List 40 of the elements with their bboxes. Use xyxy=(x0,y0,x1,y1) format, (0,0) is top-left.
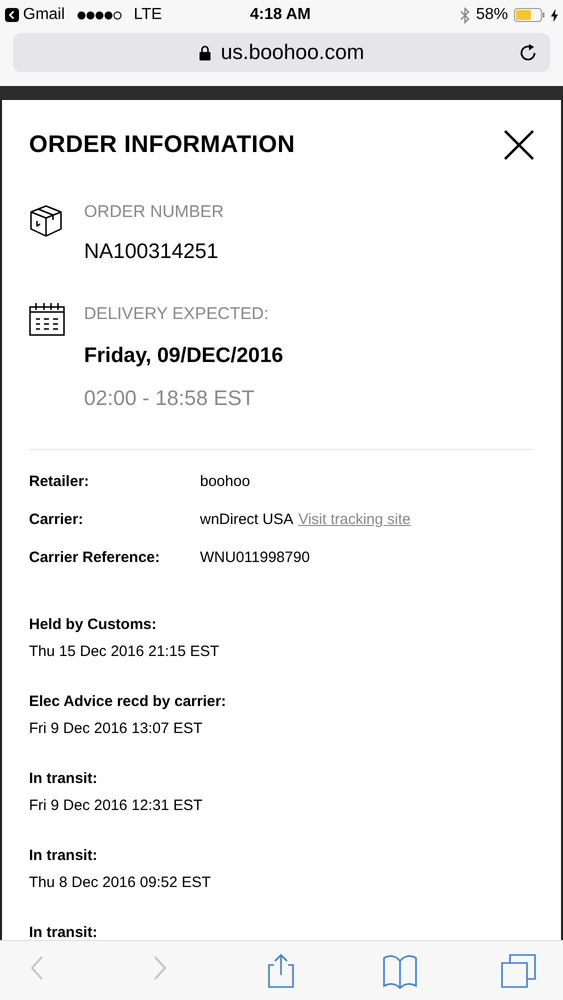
close-icon[interactable] xyxy=(503,129,535,161)
detail-label: Carrier: xyxy=(29,510,84,530)
event-status: In transit: xyxy=(29,846,98,864)
lock-icon xyxy=(198,44,211,60)
clock-label: 4:18 AM xyxy=(250,5,311,25)
book-icon[interactable] xyxy=(383,952,417,988)
battery-label: 58% xyxy=(476,5,508,25)
back-app-label[interactable]: Gmail xyxy=(23,3,65,27)
detail-label: Carrier Reference: xyxy=(29,548,161,568)
order-number-label: ORDER NUMBER xyxy=(84,202,224,222)
detail-value: boohoo xyxy=(200,472,250,492)
signal-icon xyxy=(76,10,122,20)
calendar-icon xyxy=(29,302,65,336)
detail-value: WNU011998790 xyxy=(200,548,310,568)
event-time: Fri 9 Dec 2016 12:31 EST xyxy=(29,796,204,814)
network-label: LTE xyxy=(134,5,162,25)
delivery-date: Friday, 09/DEC/2016 xyxy=(84,342,284,368)
order-number: NA100314251 xyxy=(84,239,220,265)
charging-icon xyxy=(551,8,558,22)
detail-label: Retailer: xyxy=(29,472,90,492)
event-status: In transit: xyxy=(29,922,98,940)
url-text: us.boohoo.com xyxy=(220,40,364,66)
event-status: Held by Customs: xyxy=(29,614,158,634)
delivery-label: DELIVERY EXPECTED: xyxy=(84,304,270,324)
event-time: Fri 9 Dec 2016 13:07 EST xyxy=(29,718,204,738)
box-icon xyxy=(29,204,63,238)
bluetooth-icon xyxy=(460,6,470,24)
detail-value: wnDirect USA xyxy=(200,510,294,530)
delivery-window: 02:00 - 18:58 EST xyxy=(84,383,284,414)
event-time: Thu 15 Dec 2016 21:15 EST xyxy=(29,642,220,660)
event-status: In transit: xyxy=(29,768,98,788)
tabs-icon[interactable] xyxy=(501,952,537,988)
battery-icon xyxy=(514,8,545,22)
modal-title: ORDER INFORMATION xyxy=(29,130,295,160)
event-time: Thu 8 Dec 2016 09:52 EST xyxy=(29,872,212,892)
reload-icon[interactable] xyxy=(518,42,538,62)
address-bar[interactable]: us.boohoo.com xyxy=(13,33,550,72)
event-status: Elec Advice recd by carrier: xyxy=(29,692,228,710)
back-icon[interactable] xyxy=(5,8,19,22)
share-icon[interactable] xyxy=(266,952,296,988)
